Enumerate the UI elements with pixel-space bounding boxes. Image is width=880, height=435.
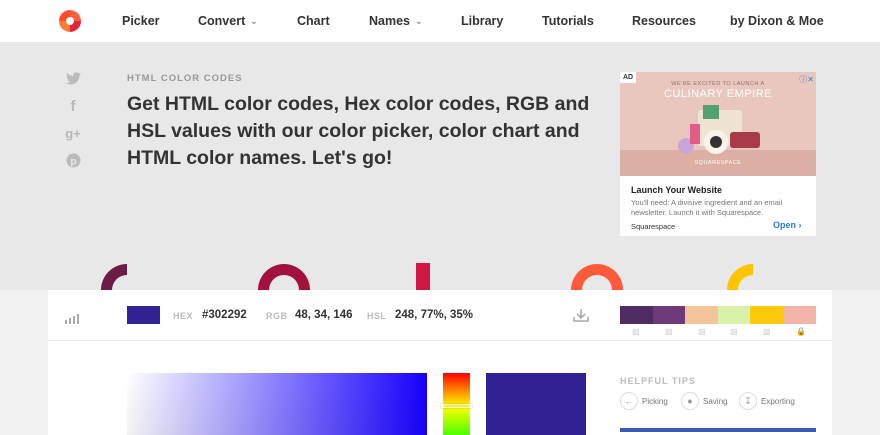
palette-swatch[interactable] [750,306,783,324]
lock-icon[interactable]: 🔒 [796,327,806,336]
tip-label: Picking [642,396,668,406]
palette-swatch[interactable] [620,306,653,324]
unlock-icon[interactable]: ▧ [632,327,640,336]
color-palette [620,306,816,324]
unlock-icon[interactable]: ▧ [698,327,706,336]
rgb-value[interactable]: 48, 34, 146 [295,309,353,321]
arrow-left-icon: ← [620,392,638,410]
decor-arc-4 [571,264,623,290]
saturation-picker[interactable] [127,373,427,435]
toolbar-divider [48,340,832,341]
unlock-icon[interactable]: ▧ [763,327,771,336]
hex-value[interactable]: #302292 [202,309,247,321]
rgb-label: RGB [266,311,288,321]
tip-label: Saving [703,396,728,406]
decor-arc-5 [727,264,753,290]
tip-saving[interactable]: ● Saving [681,391,727,411]
bar-chart-icon[interactable] [65,311,81,329]
unlock-icon[interactable]: ▧ [730,327,738,336]
tip-label: Exporting [761,396,795,406]
tip-picking[interactable]: ← Picking [620,391,668,411]
decor-arc-1 [101,264,127,290]
color-preview [486,373,586,435]
lock-icon: ● [681,392,699,410]
decor-arc-2 [258,264,310,290]
hsl-value[interactable]: 248, 77%, 35% [395,309,473,321]
download-icon: ↧ [739,392,757,410]
palette-swatch[interactable] [653,306,685,324]
hue-slider-handle[interactable] [441,404,472,408]
palette-swatch[interactable] [783,306,816,324]
hex-label: HEX [173,311,194,321]
download-icon[interactable] [573,308,589,327]
decor-arc-3 [416,263,430,290]
tip-exporting[interactable]: ↧ Exporting [739,391,795,411]
palette-swatch[interactable] [685,306,718,324]
current-color-swatch[interactable] [127,306,160,324]
palette-swatch[interactable] [718,306,750,324]
tips-preview-strip [620,428,816,432]
unlock-icon[interactable]: ▧ [665,327,673,336]
hsl-label: HSL [367,311,387,321]
tips-title: HELPFUL TIPS [620,376,696,386]
